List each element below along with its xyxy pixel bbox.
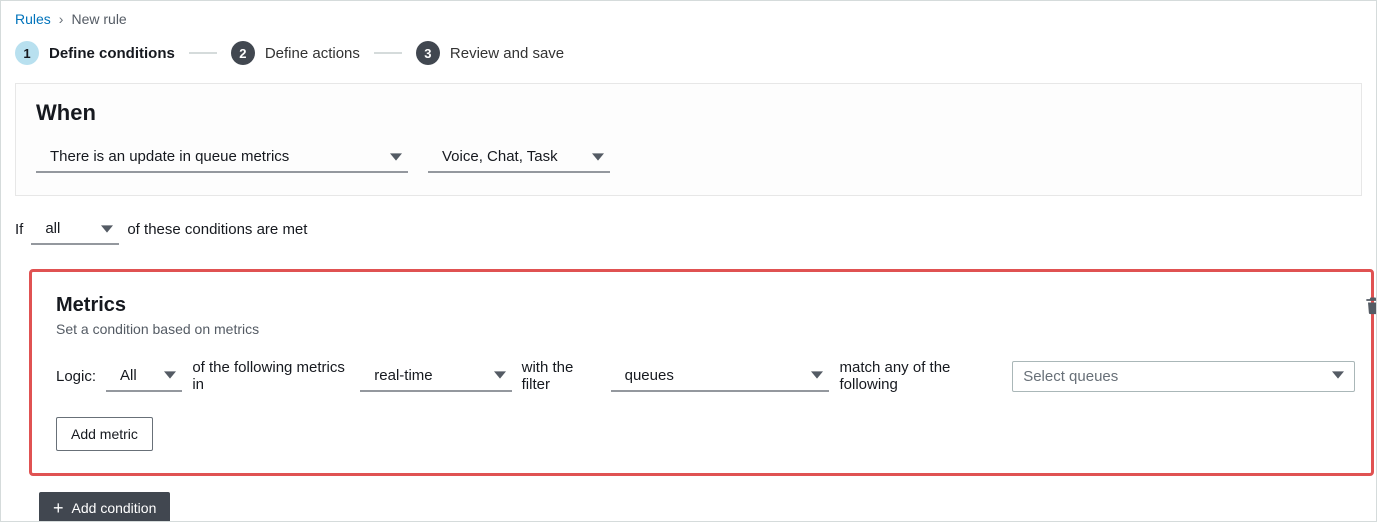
metrics-text-a: of the following metrics in [192, 359, 350, 393]
breadcrumb-current: New rule [71, 11, 126, 27]
metrics-subtitle: Set a condition based on metrics [56, 321, 1355, 337]
step-number-badge: 2 [231, 41, 255, 65]
queues-multiselect[interactable]: Select queues [1012, 361, 1355, 392]
when-title: When [36, 100, 1341, 126]
chevron-down-icon [101, 223, 113, 235]
queues-placeholder: Select queues [1023, 368, 1118, 385]
chevron-down-icon [390, 151, 402, 163]
wizard-step-define-actions[interactable]: 2 Define actions [231, 41, 360, 65]
add-condition-button[interactable]: + Add condition [39, 492, 170, 522]
breadcrumb: Rules › New rule [1, 1, 1376, 35]
step-label: Review and save [450, 45, 564, 62]
logic-select[interactable]: All [106, 361, 182, 392]
if-suffix: of these conditions are met [127, 221, 307, 238]
metrics-logic-row: Logic: All of the following metrics in r… [56, 359, 1355, 393]
add-metric-button[interactable]: Add metric [56, 417, 153, 451]
chevron-down-icon [592, 151, 604, 163]
plus-icon: + [53, 501, 64, 515]
chevron-right-icon: › [59, 11, 64, 27]
trigger-select[interactable]: There is an update in queue metrics [36, 142, 408, 173]
time-scope-select[interactable]: real-time [360, 361, 511, 392]
wizard-step-review-save[interactable]: 3 Review and save [416, 41, 564, 65]
logic-label: Logic: [56, 368, 96, 385]
metrics-condition-card: Metrics Set a condition based on metrics… [29, 269, 1374, 476]
filter-select[interactable]: queues [611, 361, 830, 392]
condition-mode-select[interactable]: all [31, 214, 119, 245]
trigger-value: There is an update in queue metrics [50, 148, 289, 165]
step-connector [189, 52, 217, 54]
delete-condition-button[interactable] [1363, 294, 1377, 316]
chevron-down-icon [811, 369, 823, 381]
step-number-badge: 1 [15, 41, 39, 65]
condition-sentence: If all of these conditions are met [1, 214, 1376, 251]
add-condition-label: Add condition [72, 500, 157, 516]
channels-select[interactable]: Voice, Chat, Task [428, 142, 610, 173]
metrics-text-c: match any of the following [839, 359, 1002, 393]
filter-value: queues [625, 367, 674, 384]
metrics-text-b: with the filter [522, 359, 601, 393]
step-number-badge: 3 [416, 41, 440, 65]
breadcrumb-parent[interactable]: Rules [15, 11, 51, 27]
if-prefix: If [15, 221, 23, 238]
chevron-down-icon [494, 369, 506, 381]
wizard-step-define-conditions[interactable]: 1 Define conditions [15, 41, 175, 65]
step-label: Define conditions [49, 45, 175, 62]
metrics-title: Metrics [56, 294, 1355, 317]
condition-mode-value: all [45, 220, 60, 237]
step-label: Define actions [265, 45, 360, 62]
step-connector [374, 52, 402, 54]
channels-value: Voice, Chat, Task [442, 148, 558, 165]
when-card: When There is an update in queue metrics… [15, 83, 1362, 196]
wizard-steps: 1 Define conditions 2 Define actions 3 R… [1, 35, 1376, 83]
time-scope-value: real-time [374, 367, 432, 384]
trash-icon [1363, 294, 1377, 316]
logic-value: All [120, 367, 137, 384]
chevron-down-icon [164, 369, 176, 381]
chevron-down-icon [1332, 368, 1344, 385]
